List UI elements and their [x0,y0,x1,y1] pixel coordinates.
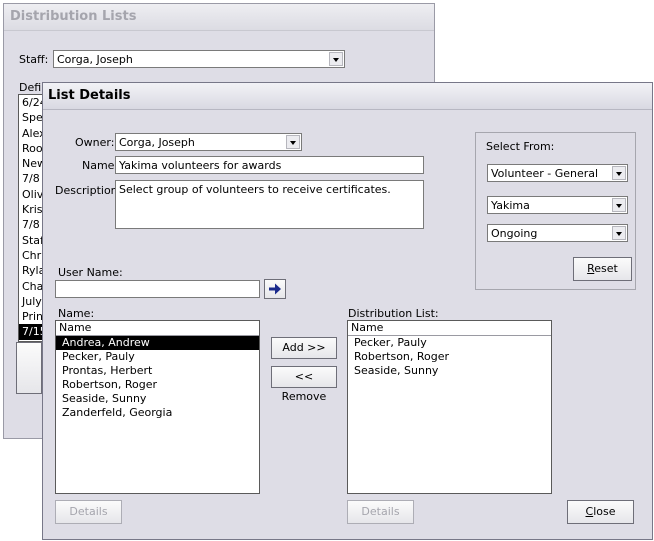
volunteer-type-value: Volunteer - General [491,167,599,180]
arrow-right-icon [269,283,281,295]
list-details-dialog: List Details Owner: Corga, Joseph Name: … [42,82,653,540]
title-bar[interactable]: Distribution Lists [4,4,434,31]
description-textarea[interactable]: Select group of volunteers to receive ce… [115,180,424,229]
owner-value: Corga, Joseph [119,136,195,149]
add-button[interactable]: Add >> [271,337,337,359]
list-name-input[interactable]: Yakima volunteers for awards [115,156,424,174]
go-button[interactable] [264,279,286,299]
list-item[interactable]: Pecker, Pauly [348,336,551,350]
list-item[interactable]: Andrea, Andrew [56,336,259,350]
select-from-label: Select From: [486,140,555,153]
staff-select[interactable]: Corga, Joseph [53,50,345,68]
list-item[interactable]: Prontas, Herbert [56,364,259,378]
chevron-down-icon[interactable] [612,166,626,180]
name-label: Name: [82,159,119,172]
list-item[interactable]: Seaside, Sunny [348,364,551,378]
list-item[interactable]: Seaside, Sunny [56,392,259,406]
user-name-input[interactable] [55,280,260,298]
details-button-left[interactable]: Details [55,500,122,524]
distribution-list[interactable]: Name Pecker, Pauly Robertson, Roger Seasid… [347,320,552,494]
reset-label-rest: eset [594,262,618,275]
names-rows: Andrea, Andrew Pecker, Pauly Prontas, Herb… [56,336,259,420]
status-select[interactable]: Ongoing [487,224,628,242]
reset-button[interactable]: Reset [573,257,632,281]
location-select[interactable]: Yakima [487,196,628,214]
names-list-label: Name: [58,307,95,320]
owner-label: Owner: [75,136,115,149]
chevron-down-icon[interactable] [286,135,300,149]
staff-value: Corga, Joseph [57,53,133,66]
user-name-label: User Name: [58,266,123,279]
distribution-list-label: Distribution List: [348,307,439,320]
distribution-rows: Pecker, Pauly Robertson, Roger Seaside, Su… [348,336,551,378]
owner-select[interactable]: Corga, Joseph [115,133,302,151]
close-button[interactable]: Close [567,500,634,524]
volunteer-type-select[interactable]: Volunteer - General [487,164,628,182]
chevron-down-icon[interactable] [612,198,626,212]
list-item[interactable]: Robertson, Roger [348,350,551,364]
names-column-header[interactable]: Name [56,321,259,336]
close-label-rest: lose [593,505,616,518]
list-item[interactable]: Pecker, Pauly [56,350,259,364]
select-from-group: Select From: Volunteer - General Yakima … [475,132,636,290]
remove-button[interactable]: << Remove [271,366,337,403]
details-button-right[interactable]: Details [347,500,414,524]
window-title: Distribution Lists [10,9,137,24]
back-window-button[interactable] [16,342,42,394]
list-item[interactable]: Zanderfeld, Georgia [56,406,259,420]
location-value: Yakima [491,199,530,212]
chevron-down-icon[interactable] [329,52,343,66]
status-value: Ongoing [491,227,538,240]
available-names-list[interactable]: Name Andrea, Andrew Pecker, Pauly Prontas,… [55,320,260,494]
chevron-down-icon[interactable] [612,226,626,240]
dialog-title: List Details [48,88,131,103]
description-label: Description: [55,184,122,197]
staff-label: Staff: [19,53,49,66]
title-bar[interactable]: List Details [43,83,652,110]
list-item[interactable]: Robertson, Roger [56,378,259,392]
distribution-column-header[interactable]: Name [348,321,551,336]
